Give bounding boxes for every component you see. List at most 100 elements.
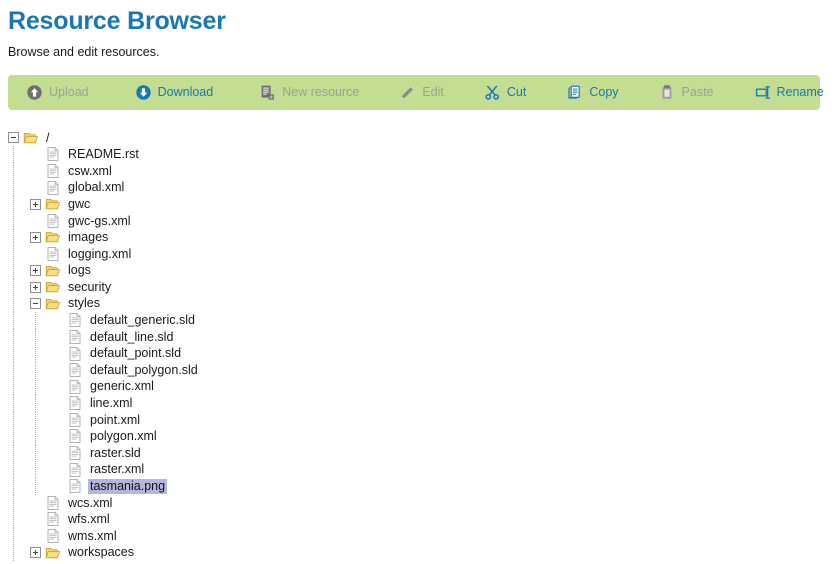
tree-file-node[interactable]: generic.xml (0, 378, 837, 395)
tree-folder-node[interactable]: / (0, 130, 837, 147)
tree-node-label[interactable]: raster.xml (88, 462, 146, 477)
tree-file-node[interactable]: csw.xml (0, 162, 837, 180)
tree-guide-line (35, 428, 36, 445)
tree-guide-line (13, 278, 14, 296)
tree-node-label[interactable]: generic.xml (88, 379, 156, 394)
file-icon (45, 213, 61, 229)
tree-guide-line (35, 461, 36, 478)
tree-expand-plus-icon[interactable] (30, 265, 41, 277)
tree-guide-line (13, 361, 14, 379)
tree-node-label[interactable]: tasmania.png (88, 479, 168, 494)
tree-guide-line (13, 461, 14, 478)
tree-file-node[interactable]: raster.xml (0, 461, 837, 478)
tree-file-node[interactable]: default_generic.sld (0, 312, 837, 329)
tree-file-node[interactable]: wms.xml (0, 527, 837, 545)
tree-file-node[interactable]: wfs.xml (0, 511, 837, 528)
tree-folder-node[interactable]: logs (0, 262, 837, 279)
tree-node-label[interactable]: wcs.xml (66, 496, 114, 511)
tree-file-node[interactable]: raster.sld (0, 444, 837, 462)
toolbar-download-button[interactable]: Download (135, 75, 213, 110)
folder-icon (45, 263, 61, 279)
file-icon (45, 528, 61, 544)
page-title: Resource Browser (8, 7, 226, 35)
tree-guide-line (13, 511, 14, 528)
tree-node-label[interactable]: global.xml (66, 180, 126, 195)
file-icon (67, 395, 83, 411)
tree-node-label[interactable]: wfs.xml (66, 512, 112, 527)
toolbar-cut-button[interactable]: Cut (484, 75, 526, 110)
tree-guide-line (13, 477, 14, 495)
tree-guide-line (13, 527, 14, 545)
toolbar-item-label: Cut (506, 84, 527, 99)
tree-file-node[interactable]: wcs.xml (0, 494, 837, 512)
tree-folder-node[interactable]: workspaces (0, 544, 837, 561)
folder-icon (45, 229, 61, 245)
tree-file-node[interactable]: default_point.sld (0, 345, 837, 362)
tree-file-node[interactable]: tasmania.png (0, 477, 837, 495)
tree-file-node[interactable]: default_line.sld (0, 328, 837, 346)
tree-node-label[interactable]: default_polygon.sld (88, 363, 200, 378)
toolbar-item-label: New resource (282, 84, 360, 99)
tree-guide-line (35, 312, 36, 329)
tree-node-label[interactable]: gwc (66, 197, 92, 212)
tree-node-label[interactable]: images (66, 230, 110, 245)
tree-file-node[interactable]: logging.xml (0, 245, 837, 263)
tree-guide-line (13, 179, 14, 196)
tree-guide-line (13, 378, 14, 395)
tree-expand-plus-icon[interactable] (30, 281, 41, 293)
tree-node-label[interactable]: default_line.sld (88, 330, 175, 345)
tree-guide-line (35, 361, 36, 379)
tree-file-node[interactable]: gwc-gs.xml (0, 212, 837, 230)
clipboard-icon (659, 84, 676, 101)
tree-node-label[interactable]: gwc-gs.xml (66, 214, 133, 229)
tree-node-label[interactable]: logs (66, 263, 93, 278)
folder-icon (45, 545, 61, 561)
tree-collapse-minus-icon[interactable] (8, 132, 19, 144)
tree-folder-node[interactable]: security (0, 278, 837, 296)
tree-guide-line (35, 378, 36, 395)
file-icon (67, 312, 83, 328)
file-icon (45, 146, 61, 162)
toolbar-copy-button[interactable]: Copy (566, 75, 619, 110)
tree-collapse-minus-icon[interactable] (30, 298, 41, 310)
tree-node-label[interactable]: polygon.xml (88, 429, 159, 444)
tree-expand-plus-icon[interactable] (30, 198, 41, 210)
file-icon (45, 511, 61, 527)
tree-file-node[interactable]: line.xml (0, 395, 837, 412)
toolbar-item-label: Upload (49, 84, 89, 99)
tree-node-label[interactable]: line.xml (88, 396, 134, 411)
tree-node-label[interactable]: point.xml (88, 413, 142, 428)
tree-node-label[interactable]: wms.xml (66, 529, 119, 544)
tree-node-label[interactable]: security (66, 280, 113, 295)
tree-expand-plus-icon[interactable] (30, 231, 41, 243)
tree-file-node[interactable]: README.rst (0, 146, 837, 163)
tree-folder-node[interactable]: gwc (0, 195, 837, 213)
tree-node-label[interactable]: README.rst (66, 147, 141, 162)
tree-guide-line (35, 477, 36, 495)
tree-folder-node[interactable]: styles (0, 295, 837, 313)
tree-guide-line (13, 245, 14, 263)
upload-circle-icon (26, 84, 43, 101)
tree-file-node[interactable]: polygon.xml (0, 428, 837, 445)
file-icon (67, 462, 83, 478)
tree-file-node[interactable]: global.xml (0, 179, 837, 196)
tree-file-node[interactable]: point.xml (0, 411, 837, 429)
tree-file-node[interactable]: default_polygon.sld (0, 361, 837, 379)
tree-node-label[interactable]: default_point.sld (88, 346, 183, 361)
tree-node-label[interactable]: logging.xml (66, 247, 133, 262)
tree-guide-line (13, 428, 14, 445)
tree-node-label[interactable]: workspaces (66, 545, 136, 560)
tree-node-label[interactable]: default_generic.sld (88, 313, 197, 328)
tree-expand-plus-icon[interactable] (30, 547, 41, 559)
tree-node-label[interactable]: styles (66, 296, 102, 311)
tree-node-label[interactable]: / (44, 131, 51, 146)
tree-guide-line (13, 395, 14, 412)
tree-guide-line (35, 411, 36, 429)
toolbar-rename-button[interactable]: Rename (754, 75, 824, 110)
tree-node-label[interactable]: csw.xml (66, 164, 114, 179)
tree-folder-node[interactable]: images (0, 229, 837, 246)
file-icon (67, 412, 83, 428)
tree-node-label[interactable]: raster.sld (88, 446, 143, 461)
tree-guide-line (35, 345, 36, 362)
scissors-icon (484, 84, 501, 101)
